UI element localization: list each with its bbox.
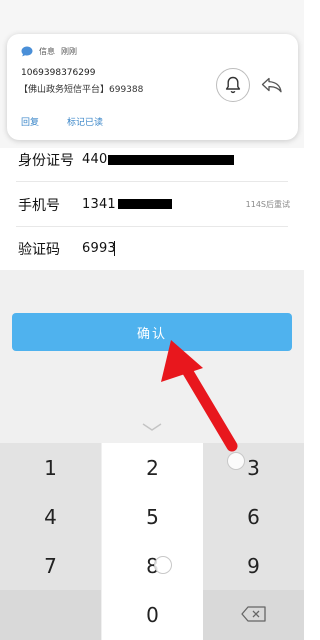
key-6[interactable]: 6	[203, 492, 304, 541]
bell-icon[interactable]	[216, 68, 250, 102]
reply-arrow-icon[interactable]	[259, 74, 285, 96]
touch-indicator	[227, 452, 245, 470]
notification-time: 刚刚	[61, 46, 77, 56]
code-row: 验证码 6993	[0, 226, 304, 271]
key-2[interactable]: 2	[102, 443, 203, 492]
backspace-icon	[240, 603, 267, 627]
id-number-value[interactable]: 440	[82, 152, 107, 167]
notification-app-name: 信息	[39, 46, 55, 56]
key-8[interactable]: 8	[102, 541, 203, 590]
key-7[interactable]: 7	[0, 541, 101, 590]
key-blank	[0, 590, 101, 640]
notification-header: 信息 刚刚	[21, 44, 77, 58]
sms-notification[interactable]: 信息 刚刚 1069398376299 【佛山政务短信平台】699388 回复 …	[7, 34, 298, 140]
code-label: 验证码	[18, 241, 60, 258]
key-5[interactable]: 5	[102, 492, 203, 541]
redaction-bar	[108, 155, 234, 165]
key-3[interactable]: 3	[203, 443, 304, 492]
phone-row: 手机号 1341 114S后重试	[0, 182, 304, 227]
reply-action[interactable]: 回复	[21, 115, 39, 128]
key-0[interactable]: 0	[102, 590, 203, 640]
redaction-bar	[118, 199, 172, 209]
confirm-button[interactable]: 确认	[12, 313, 292, 351]
chevron-down-icon[interactable]	[140, 421, 164, 433]
notification-actions: 回复 标记已读	[21, 115, 103, 128]
notification-body: 【佛山政务短信平台】699388	[19, 85, 144, 95]
notification-sender: 1069398376299	[21, 68, 96, 78]
mark-read-action[interactable]: 标记已读	[67, 115, 103, 128]
code-input[interactable]: 6993	[82, 241, 116, 256]
text-caret	[114, 241, 115, 256]
backspace-key[interactable]	[203, 590, 304, 640]
key-1[interactable]: 1	[0, 443, 101, 492]
key-9[interactable]: 9	[203, 541, 304, 590]
phone-label: 手机号	[18, 197, 60, 214]
message-bubble-icon	[21, 46, 33, 57]
id-number-row: 身份证号 440	[0, 137, 304, 182]
id-number-label: 身份证号	[18, 152, 74, 169]
phone-value[interactable]: 1341	[82, 197, 116, 212]
touch-indicator	[154, 556, 172, 574]
key-4[interactable]: 4	[0, 492, 101, 541]
resend-countdown: 114S后重试	[245, 200, 290, 209]
